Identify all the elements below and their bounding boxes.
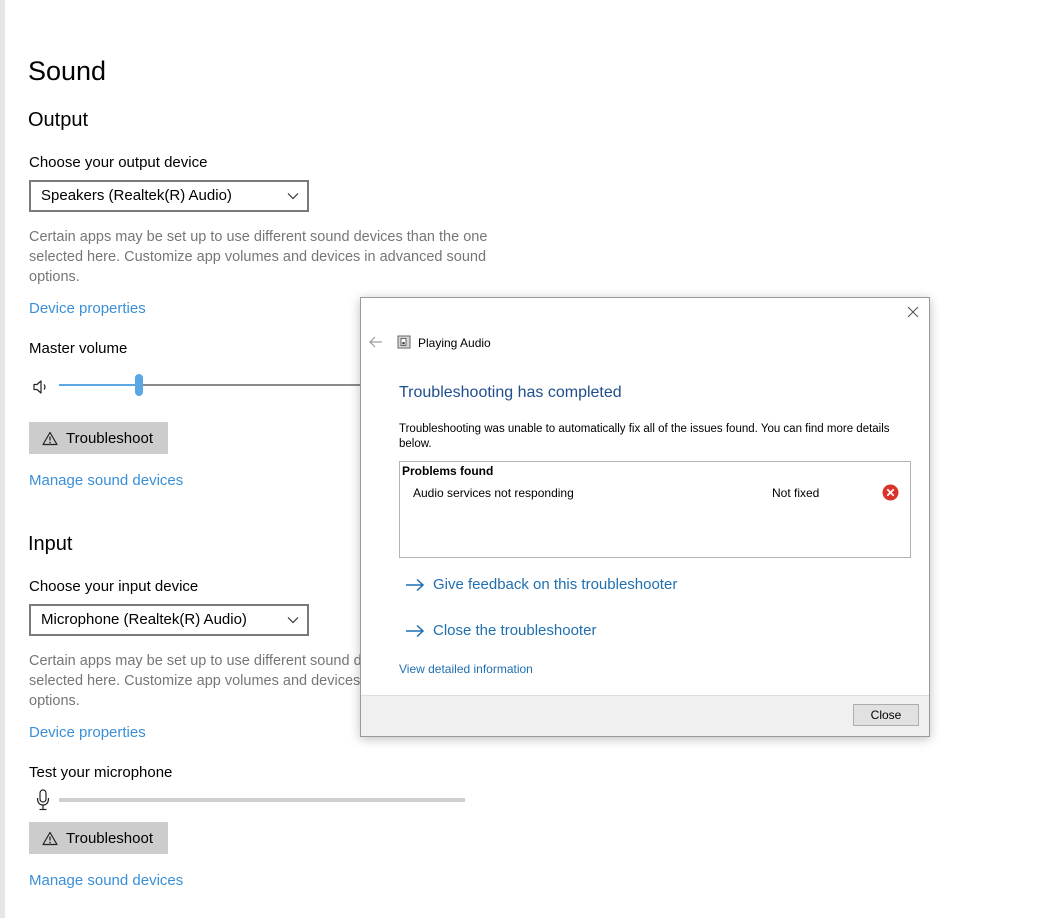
output-manage-devices-link[interactable]: Manage sound devices (29, 472, 183, 489)
output-troubleshoot-label: Troubleshoot (66, 429, 153, 447)
troubleshooter-dialog: Playing Audio Troubleshooting has comple… (360, 297, 930, 737)
problems-found-list: Problems found Audio services not respon… (399, 461, 911, 558)
input-heading: Input (28, 533, 73, 555)
dialog-message: Troubleshooting was unable to automatica… (399, 423, 890, 450)
input-device-label: Choose your input device (29, 578, 199, 595)
input-manage-devices-link[interactable]: Manage sound devices (29, 872, 183, 889)
input-device-value: Microphone (Realtek(R) Audio) (41, 611, 247, 628)
microphone-icon (36, 789, 50, 811)
close-troubleshooter-label: Close the troubleshooter (433, 622, 597, 639)
page-title: Sound (28, 56, 107, 86)
window-left-edge (0, 0, 5, 918)
close-troubleshooter-link[interactable]: Close the troubleshooter (405, 622, 596, 639)
view-detailed-information-link[interactable]: View detailed information (399, 662, 533, 676)
chevron-down-icon (287, 193, 299, 200)
input-device-properties-link[interactable]: Device properties (29, 724, 146, 741)
troubleshooter-app-icon (397, 335, 411, 349)
input-troubleshoot-button[interactable]: Troubleshoot (29, 822, 168, 854)
test-microphone-label: Test your microphone (29, 764, 173, 781)
chevron-down-icon (287, 617, 299, 624)
problems-header: Problems found (402, 464, 494, 478)
problem-name: Audio services not responding (413, 486, 574, 500)
dialog-footer: Close (361, 695, 929, 736)
volume-thumb[interactable] (135, 374, 143, 396)
output-device-value: Speakers (Realtek(R) Audio) (41, 187, 232, 204)
warning-icon (42, 831, 58, 845)
output-device-dropdown[interactable]: Speakers (Realtek(R) Audio) (29, 180, 309, 212)
input-device-dropdown[interactable]: Microphone (Realtek(R) Audio) (29, 604, 309, 636)
speaker-icon[interactable] (32, 379, 50, 395)
output-troubleshoot-button[interactable]: Troubleshoot (29, 422, 168, 454)
master-volume-label: Master volume (29, 340, 128, 357)
master-volume-slider[interactable] (59, 373, 379, 397)
dialog-heading: Troubleshooting has completed (399, 384, 622, 401)
output-description: Certain apps may be set up to use differ… (29, 229, 488, 285)
close-icon[interactable] (905, 304, 921, 320)
problem-status: Not fixed (772, 486, 820, 500)
back-arrow-icon[interactable] (369, 336, 383, 348)
output-device-properties-link[interactable]: Device properties (29, 300, 146, 317)
dialog-title: Playing Audio (418, 336, 491, 350)
warning-icon (42, 431, 58, 445)
volume-fill (59, 384, 139, 386)
give-feedback-link[interactable]: Give feedback on this troubleshooter (405, 576, 677, 593)
output-device-label: Choose your output device (29, 154, 208, 171)
give-feedback-label: Give feedback on this troubleshooter (433, 576, 678, 593)
input-troubleshoot-label: Troubleshoot (66, 829, 153, 847)
output-heading: Output (28, 109, 89, 131)
error-icon (882, 484, 899, 501)
arrow-right-icon (406, 624, 425, 637)
arrow-right-icon (406, 578, 425, 591)
close-button[interactable]: Close (853, 704, 919, 726)
microphone-level-bar (59, 798, 465, 802)
